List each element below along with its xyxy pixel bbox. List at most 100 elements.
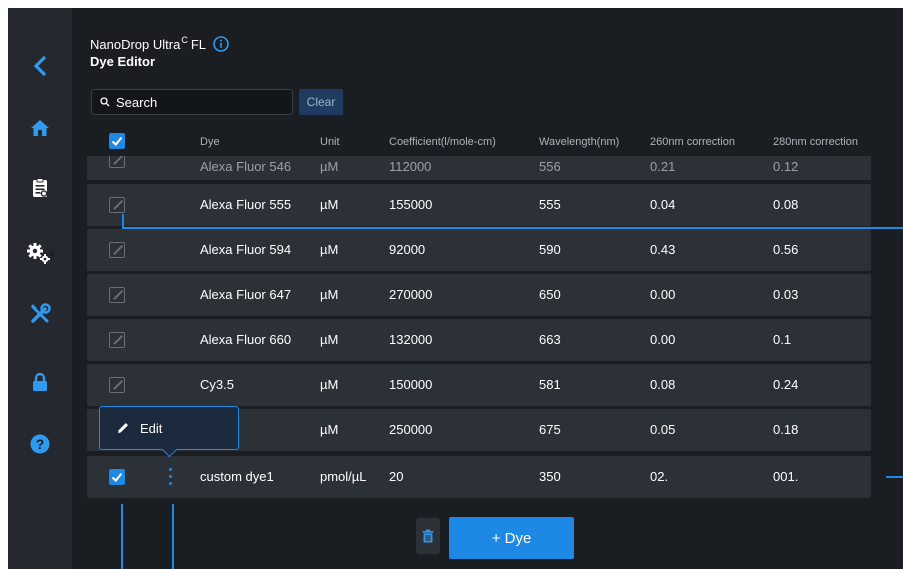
dye-unit: pmol/µL	[320, 469, 367, 484]
row-checkbox[interactable]	[109, 287, 125, 303]
dye-wavelength: 675	[539, 422, 561, 437]
column-header-coefficient[interactable]: Coefficient(l/mole-cm)	[389, 136, 496, 148]
column-header-wavelength[interactable]: Wavelength(nm)	[539, 136, 619, 148]
checkmark-icon	[111, 472, 123, 482]
dye-280nm-correction: 0.12	[773, 159, 799, 174]
app-title: NanoDrop Ultra C FL	[90, 35, 229, 52]
app-name-superscript: C	[181, 35, 188, 45]
reports-icon	[33, 178, 48, 197]
row-checkbox[interactable]	[109, 197, 125, 213]
dye-unit: µM	[320, 332, 339, 347]
delete-button[interactable]	[416, 518, 440, 554]
device-screen: ? NanoDrop UltraCFL Dye Editor Clear Dye…	[8, 8, 903, 569]
home-button[interactable]	[8, 106, 72, 150]
callout-line	[886, 476, 903, 478]
dye-wavelength: 555	[539, 197, 561, 212]
edit-popover[interactable]: Edit	[99, 406, 239, 450]
reports-button[interactable]	[8, 166, 72, 210]
table-header: Dye Unit Coefficient(l/mole-cm) Waveleng…	[87, 132, 871, 156]
main-content: NanoDrop UltraCFL Dye Editor Clear Dye U…	[72, 8, 903, 569]
callout-line	[122, 214, 124, 229]
edit-label: Edit	[140, 420, 163, 436]
dye-260nm-correction: 02.	[650, 469, 669, 484]
search-icon	[100, 97, 110, 107]
callout-line	[122, 227, 903, 229]
svg-text:?: ?	[36, 436, 45, 452]
column-header-unit[interactable]: Unit	[320, 136, 340, 148]
settings-button[interactable]	[8, 232, 72, 276]
callout-line	[172, 504, 174, 569]
table-row[interactable]: Alexa Fluor 660 µM 132000 663 0.00 0.1	[87, 319, 871, 361]
back-icon	[33, 55, 47, 77]
dye-name: custom dye1	[200, 469, 274, 484]
dye-280nm-correction: 0.03	[773, 287, 799, 302]
column-header-dye[interactable]: Dye	[200, 136, 220, 148]
table-row[interactable]: Cy3.5 µM 150000 581 0.08 0.24	[87, 364, 871, 406]
trash-icon	[422, 529, 434, 543]
tools-icon	[30, 303, 51, 323]
lock-button[interactable]	[8, 360, 72, 404]
column-header-260nm-correction[interactable]: 260nm correction	[650, 136, 735, 148]
tools-button[interactable]	[8, 292, 72, 336]
clear-button[interactable]: Clear	[299, 89, 343, 115]
row-checkbox[interactable]	[109, 332, 125, 348]
app-name: NanoDrop Ultra	[90, 36, 181, 52]
dye-unit: µM	[320, 287, 339, 302]
checkmark-icon	[111, 136, 123, 146]
row-checkbox[interactable]	[109, 469, 125, 485]
dye-coefficient: 20	[389, 469, 404, 484]
dye-coefficient: 250000	[389, 422, 433, 437]
app-name-suffix: FL	[190, 36, 206, 52]
dye-unit: µM	[320, 242, 339, 257]
dye-unit: µM	[320, 159, 339, 174]
dye-wavelength: 663	[539, 332, 561, 347]
settings-icon	[27, 243, 54, 264]
dye-name: Alexa Fluor 647	[200, 287, 292, 302]
search-box[interactable]	[91, 89, 293, 115]
info-icon[interactable]	[213, 36, 229, 52]
dye-280nm-correction: 001.	[773, 469, 799, 484]
dye-wavelength: 590	[539, 242, 561, 257]
dye-unit: µM	[320, 422, 339, 437]
dye-280nm-correction: 0.24	[773, 377, 799, 392]
row-checkbox[interactable]	[109, 242, 125, 258]
dye-280nm-correction: 0.1	[773, 332, 792, 347]
pencil-icon	[118, 423, 128, 433]
search-input[interactable]	[116, 94, 286, 110]
table-row-selected[interactable]: custom dye1 pmol/µL 20 350 02. 001.	[87, 456, 871, 498]
dye-coefficient: 132000	[389, 332, 433, 347]
row-checkbox[interactable]	[109, 377, 125, 393]
dye-260nm-correction: 0.43	[650, 242, 676, 257]
dye-260nm-correction: 0.04	[650, 197, 676, 212]
table-row[interactable]: Alexa Fluor 546 µM 112000 556 0.21 0.12	[87, 156, 871, 180]
dye-wavelength: 650	[539, 287, 561, 302]
dye-wavelength: 556	[539, 159, 561, 174]
table-row[interactable]: Alexa Fluor 647 µM 270000 650 0.00 0.03	[87, 274, 871, 316]
dye-wavelength: 581	[539, 377, 561, 392]
dye-name: Alexa Fluor 546	[200, 159, 292, 174]
dye-280nm-correction: 0.18	[773, 422, 799, 437]
help-button[interactable]: ?	[8, 422, 72, 466]
back-button[interactable]	[8, 44, 72, 88]
dye-unit: µM	[320, 377, 339, 392]
callout-line	[121, 504, 123, 569]
dye-260nm-correction: 0.08	[650, 377, 676, 392]
help-icon: ?	[30, 434, 50, 454]
dye-260nm-correction: 0.05	[650, 422, 676, 437]
column-header-280nm-correction[interactable]: 280nm correction	[773, 136, 858, 148]
dye-280nm-correction: 0.56	[773, 242, 799, 257]
table-row[interactable]: Alexa Fluor 555 µM 155000 555 0.04 0.08	[87, 184, 871, 226]
dye-name: Alexa Fluor 594	[200, 242, 292, 257]
dye-name: Alexa Fluor 660	[200, 332, 292, 347]
add-dye-button[interactable]: + Dye	[449, 517, 574, 559]
row-checkbox[interactable]	[109, 156, 125, 168]
more-options-icon[interactable]	[169, 468, 173, 486]
sidebar: ?	[8, 8, 72, 569]
select-all-checkbox[interactable]	[109, 133, 125, 149]
dye-wavelength: 350	[539, 469, 561, 484]
table-row[interactable]: Alexa Fluor 594 µM 92000 590 0.43 0.56	[87, 229, 871, 271]
page-title: Dye Editor	[90, 54, 156, 69]
dye-unit: µM	[320, 197, 339, 212]
dye-260nm-correction: 0.21	[650, 159, 676, 174]
lock-icon	[33, 372, 47, 391]
